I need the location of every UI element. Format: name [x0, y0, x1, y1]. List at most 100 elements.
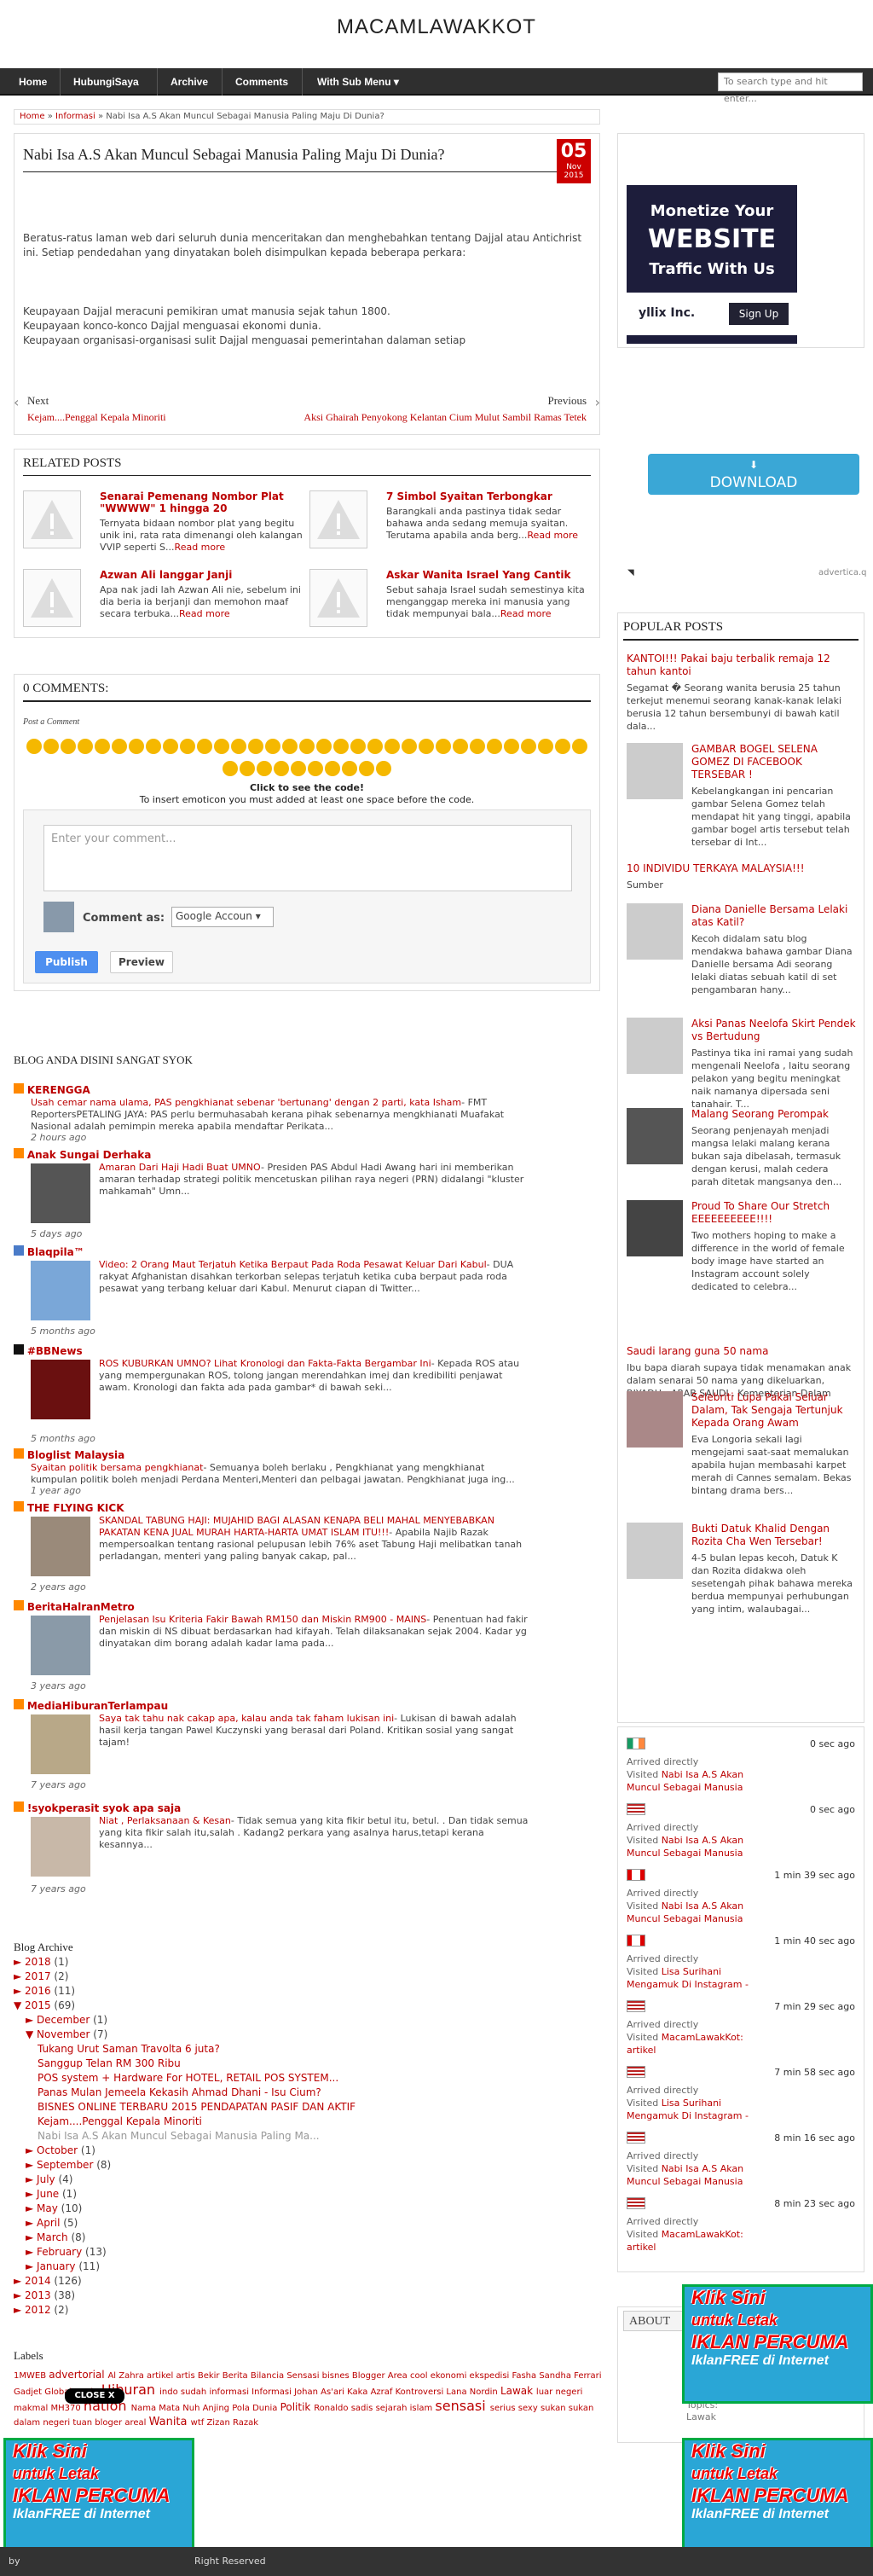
- label-tag[interactable]: Sensasi: [286, 2371, 321, 2381]
- archive-row[interactable]: ► 2014 (126): [14, 2275, 82, 2287]
- blog-name[interactable]: MediaHiburanTerlampau: [27, 1700, 168, 1712]
- archive-row[interactable]: ► December (1): [26, 2014, 107, 2026]
- ad-signup-button[interactable]: Sign Up: [729, 303, 789, 325]
- label-tag[interactable]: Area: [388, 2371, 410, 2381]
- popular-item-title[interactable]: Saudi larang guna 50 nama: [627, 1345, 857, 1358]
- archive-row[interactable]: ► October (1): [26, 2144, 95, 2156]
- archive-link[interactable]: ► January: [26, 2260, 76, 2272]
- nav-archive[interactable]: Archive: [171, 68, 208, 96]
- archive-link[interactable]: ▼ November: [26, 2028, 90, 2040]
- account-select[interactable]: Google Accoun ▾: [171, 907, 274, 927]
- archive-link[interactable]: ► 2012: [14, 2304, 51, 2316]
- label-tag[interactable]: Bilancia: [251, 2371, 286, 2381]
- popular-item-title[interactable]: KANTOI!!! Pakai baju terbalik remaja 12 …: [627, 653, 857, 678]
- archive-row[interactable]: Panas Mulan Jemeela Kekasih Ahmad Dhani …: [38, 2086, 321, 2098]
- label-tag[interactable]: 1MWEB: [14, 2371, 49, 2381]
- free-ad-banner-right-top[interactable]: Klik Sini untuk Letak IKLAN PERCUMA Ikla…: [682, 2284, 873, 2404]
- read-more-link[interactable]: Read more: [500, 608, 552, 619]
- label-tag[interactable]: sukan: [541, 2404, 569, 2413]
- popular-item[interactable]: Malang Seorang Perompak Seorang penjenaya…: [627, 1108, 857, 1188]
- blog-name[interactable]: Anak Sungai Derhaka: [27, 1149, 152, 1161]
- archive-link[interactable]: ► April: [26, 2217, 60, 2229]
- close-ad-button[interactable]: CLOSE X: [65, 2388, 124, 2404]
- archive-link[interactable]: ► 2013: [14, 2289, 51, 2301]
- label-tag[interactable]: sexy: [518, 2404, 541, 2413]
- label-tag[interactable]: bloger: [95, 2418, 124, 2428]
- archive-link[interactable]: Sanggup Telan RM 300 Ribu: [38, 2057, 181, 2069]
- related-item[interactable]: Senarai Pemenang Nombor Plat "WWWW" 1 hi…: [23, 490, 304, 559]
- archive-row[interactable]: ► 2016 (11): [14, 1985, 75, 1997]
- archive-link[interactable]: ► February: [26, 2246, 82, 2258]
- archive-link[interactable]: ► 2017: [14, 1970, 51, 1982]
- publish-button[interactable]: Publish: [35, 951, 98, 973]
- label-tag[interactable]: Bekir: [198, 2371, 223, 2381]
- label-tag[interactable]: dalam: [14, 2418, 43, 2428]
- label-tag[interactable]: negeri: [555, 2387, 582, 2397]
- blog-post-link[interactable]: Penjelasan Isu Kriteria Fakir Bawah RM15…: [99, 1614, 426, 1625]
- related-item[interactable]: Azwan Ali langgar Janji Apa nak jadi lah…: [23, 569, 304, 637]
- label-tag[interactable]: As'ari: [321, 2387, 347, 2397]
- archive-link[interactable]: ► October: [26, 2144, 78, 2156]
- free-ad-banner-right-bottom[interactable]: Klik Sini untuk Letak IKLAN PERCUMA Ikla…: [682, 2438, 873, 2557]
- blog-post-link[interactable]: Saya tak tahu nak cakap apa, kalau anda …: [99, 1713, 394, 1724]
- related-item[interactable]: Askar Wanita Israel Yang Cantik Sebut sa…: [309, 569, 591, 637]
- archive-link[interactable]: ► May: [26, 2202, 58, 2214]
- emoticon-picker[interactable]: [23, 738, 591, 782]
- archive-link[interactable]: Tukang Urut Saman Travolta 6 juta?: [38, 2043, 220, 2055]
- label-tag[interactable]: serius: [490, 2404, 518, 2413]
- popular-item[interactable]: GAMBAR BOGEL SELENA GOMEZ DI FACEBOOK TE…: [627, 743, 857, 849]
- label-tag[interactable]: artikel: [147, 2371, 176, 2381]
- archive-row[interactable]: Sanggup Telan RM 300 Ribu: [38, 2057, 181, 2069]
- label-tag[interactable]: bisnes: [322, 2371, 352, 2381]
- blog-post-link[interactable]: ROS KUBURKAN UMNO? Lihat Kronologi dan F…: [99, 1358, 431, 1369]
- label-tag[interactable]: Azraf: [371, 2387, 396, 2397]
- label-tag[interactable]: artis: [176, 2371, 198, 2381]
- related-item-title[interactable]: 7 Simbol Syaitan Terbongkar: [386, 490, 591, 502]
- archive-row[interactable]: Tukang Urut Saman Travolta 6 juta?: [38, 2043, 220, 2055]
- archive-row[interactable]: ► 2013 (38): [14, 2289, 75, 2301]
- nav-home[interactable]: Home: [19, 68, 47, 96]
- label-tag[interactable]: MH370: [51, 2404, 84, 2413]
- click-code-link[interactable]: Click to see the code!: [23, 782, 591, 793]
- archive-row[interactable]: ► May (10): [26, 2202, 82, 2214]
- blog-post-link[interactable]: Usah cemar nama ulama, PAS pengkhianat s…: [31, 1097, 461, 1108]
- label-tag[interactable]: Blogger: [352, 2371, 388, 2381]
- label-tag[interactable]: sukan: [569, 2404, 594, 2413]
- archive-link[interactable]: ► 2018: [14, 1956, 51, 1968]
- label-tag[interactable]: Mata: [159, 2404, 182, 2413]
- label-tag[interactable]: Pola: [232, 2404, 252, 2413]
- related-item-title[interactable]: Azwan Ali langgar Janji: [100, 569, 304, 581]
- archive-link[interactable]: Kejam....Penggal Kepala Minoriti: [38, 2115, 202, 2127]
- blog-post-link[interactable]: Syaitan politik bersama pengkhianat: [31, 1462, 203, 1473]
- archive-link[interactable]: ► December: [26, 2014, 90, 2026]
- label-tag[interactable]: makmal: [14, 2404, 51, 2413]
- label-tag[interactable]: Anjing: [203, 2404, 233, 2413]
- free-ad-banner-left[interactable]: Klik Sini untuk Letak IKLAN PERCUMA Ikla…: [3, 2438, 194, 2557]
- chevron-right-icon[interactable]: ›: [595, 394, 600, 410]
- label-tag[interactable]: cool: [410, 2371, 431, 2381]
- label-tag[interactable]: Razak: [233, 2418, 258, 2428]
- archive-link[interactable]: ► June: [26, 2188, 59, 2200]
- archive-link[interactable]: Panas Mulan Jemeela Kekasih Ahmad Dhani …: [38, 2086, 321, 2098]
- archive-link[interactable]: ► July: [26, 2173, 55, 2185]
- download-button[interactable]: ⬇ DOWNLOAD: [648, 454, 859, 495]
- blog-post-link[interactable]: Niat , Perlaksanaan & Kesan: [99, 1815, 231, 1826]
- popular-item[interactable]: Selebriti Lupa Pakai Seluar Dalam, Tak S…: [627, 1391, 857, 1497]
- breadcrumb-home[interactable]: Home: [20, 112, 45, 121]
- popular-item-title[interactable]: 10 INDIVIDU TERKAYA MALAYSIA!!!: [627, 862, 857, 875]
- archive-link[interactable]: BISNES ONLINE TERBARU 2015 PENDAPATAN PA…: [38, 2101, 356, 2113]
- label-tag[interactable]: sadis: [351, 2404, 376, 2413]
- popular-item[interactable]: Diana Danielle Bersama Lelaki atas Katil…: [627, 903, 857, 996]
- archive-row[interactable]: ► January (11): [26, 2260, 100, 2272]
- archive-row[interactable]: ▼ November (7): [26, 2028, 107, 2040]
- ad-banner[interactable]: Monetize Your WEBSITE Traffic With Us yl…: [627, 185, 797, 344]
- label-tag[interactable]: Lana: [446, 2387, 469, 2397]
- blog-name[interactable]: #BBNews: [27, 1345, 83, 1357]
- preview-button[interactable]: Preview: [110, 951, 173, 973]
- chevron-left-icon[interactable]: ‹: [14, 394, 19, 410]
- label-tag[interactable]: islam: [410, 2404, 436, 2413]
- related-item-title[interactable]: Askar Wanita Israel Yang Cantik: [386, 569, 591, 581]
- label-tag[interactable]: Gadjet: [14, 2387, 44, 2397]
- label-tag[interactable]: wtf: [191, 2418, 207, 2428]
- previous-post-link[interactable]: Aksi Ghairah Penyokong Kelantan Cium Mul…: [304, 411, 587, 424]
